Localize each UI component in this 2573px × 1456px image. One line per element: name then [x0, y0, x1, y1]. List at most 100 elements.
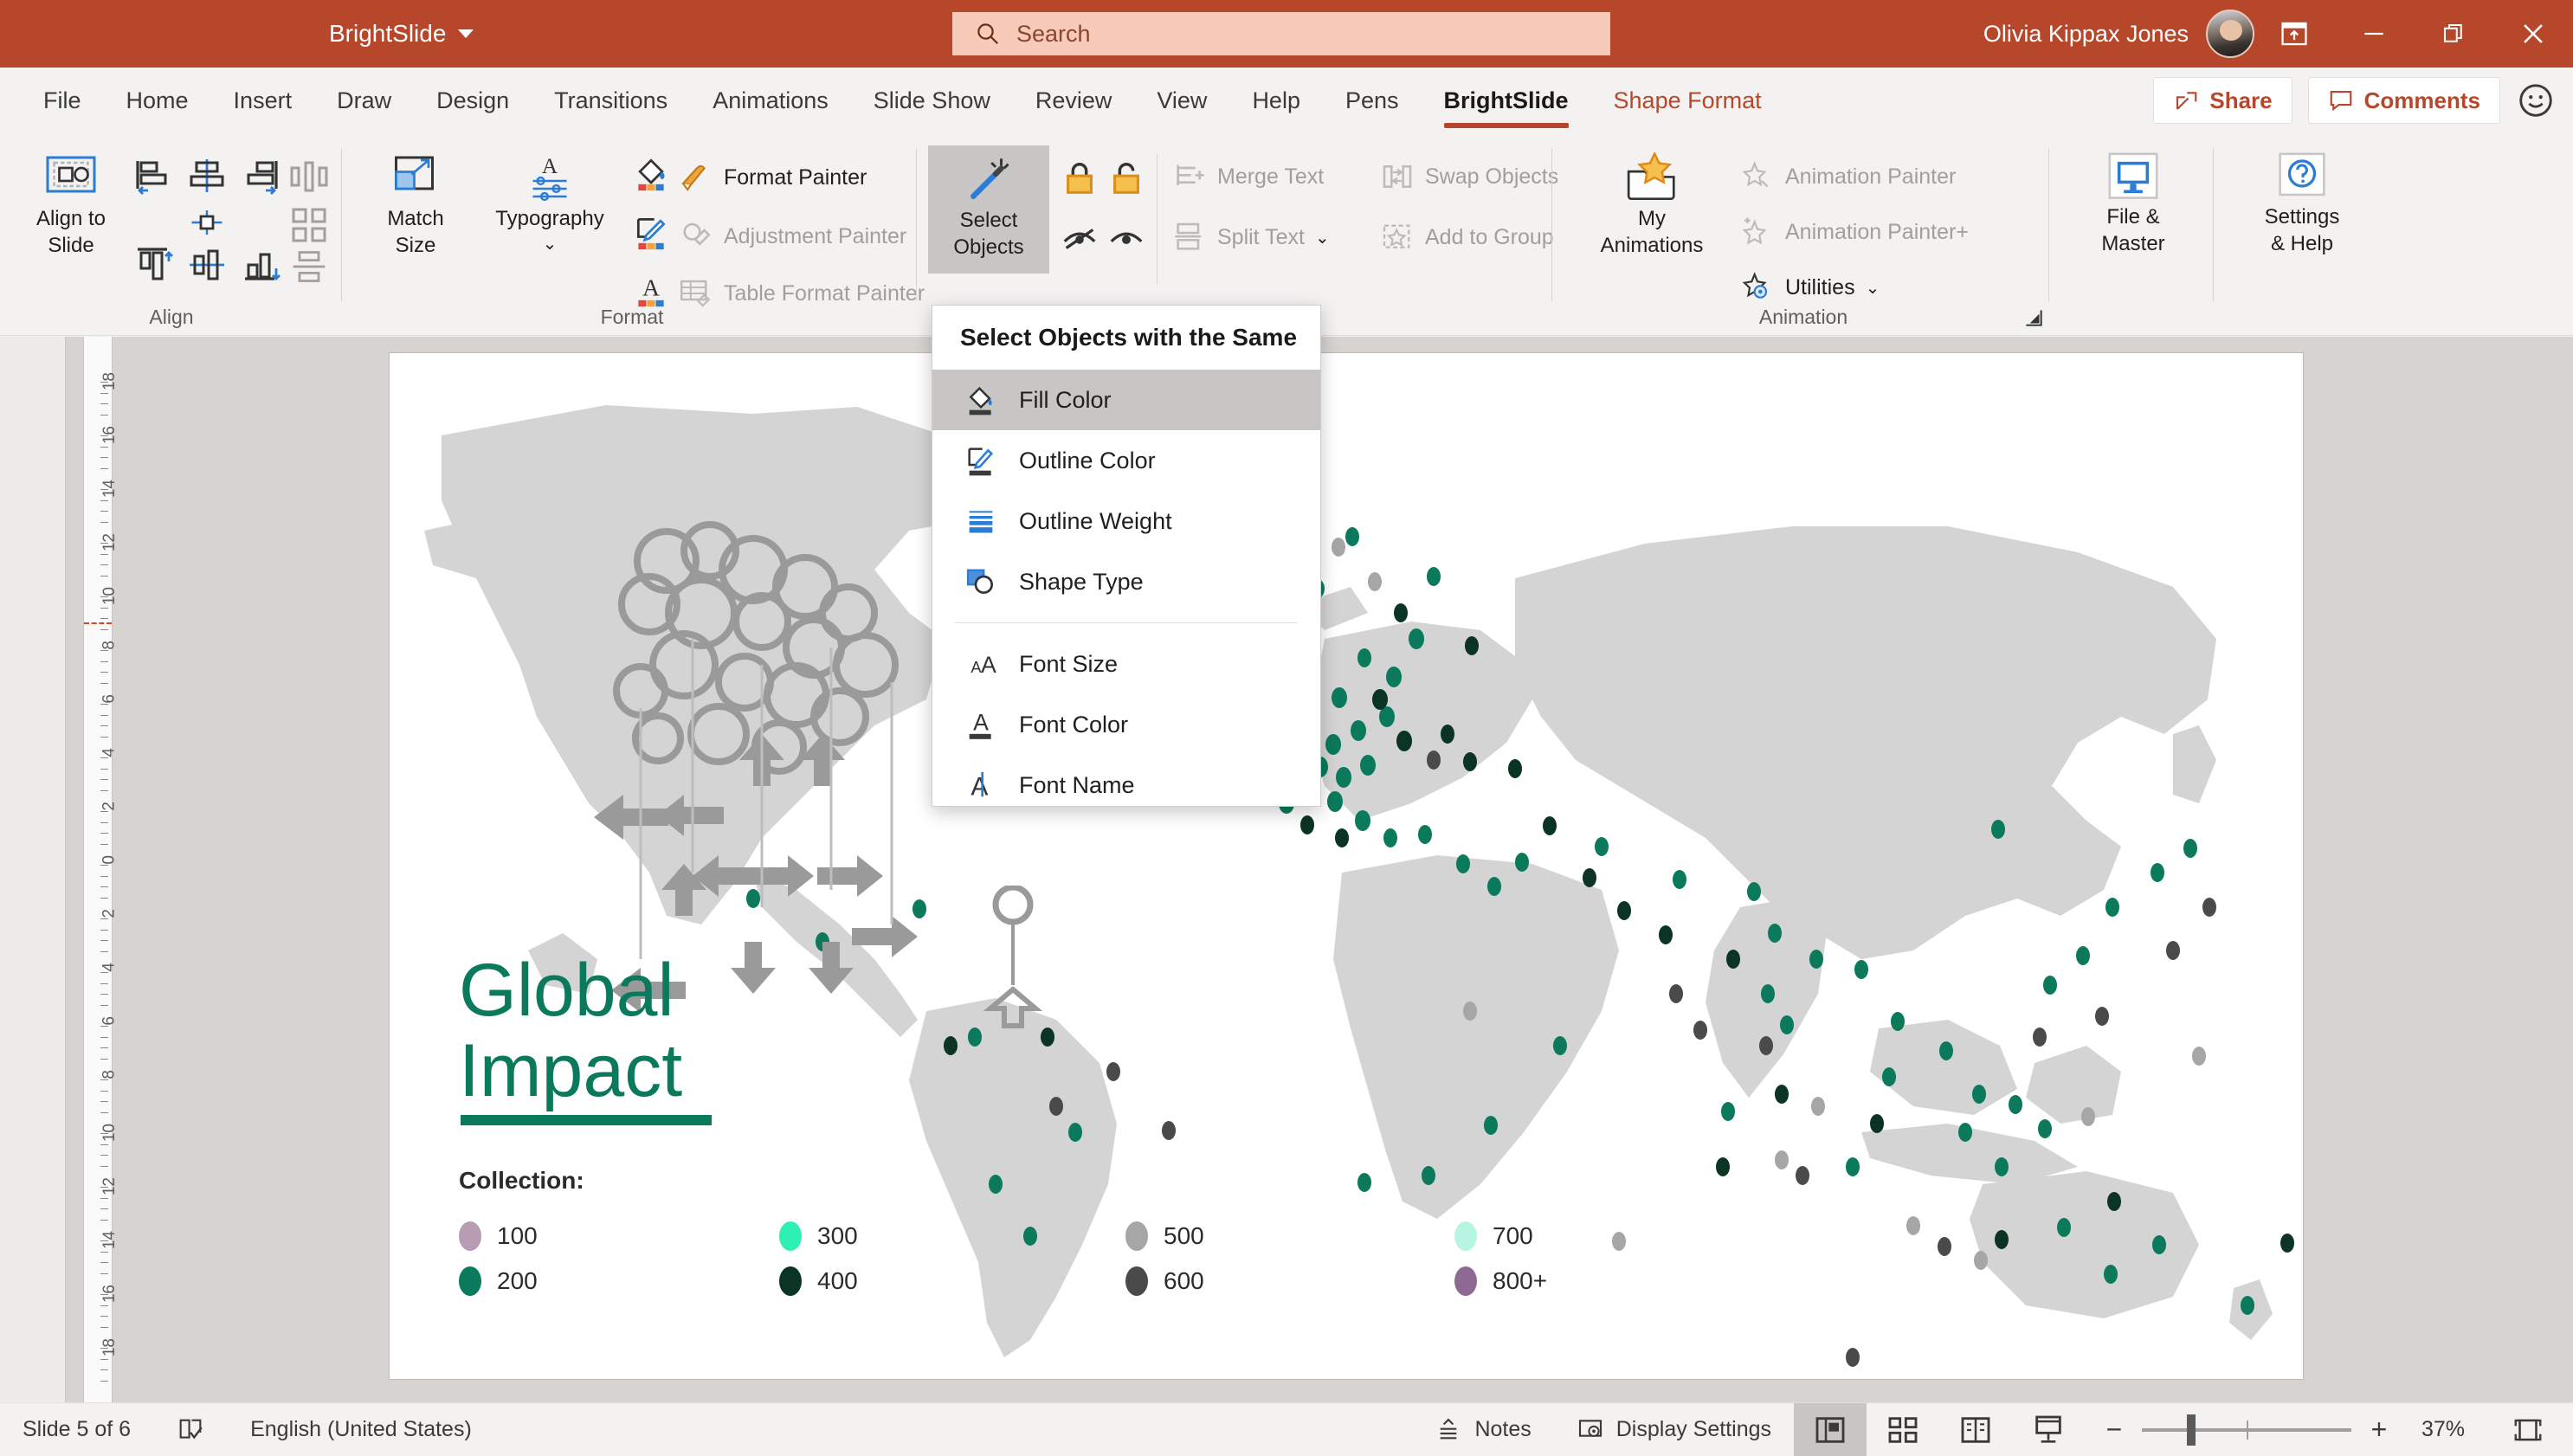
zoom-level-label[interactable]: 37%	[2402, 1417, 2485, 1442]
tab-draw[interactable]: Draw	[314, 68, 414, 133]
ruler-tick	[100, 843, 108, 845]
avatar[interactable]	[2206, 10, 2254, 58]
file-and-master-button[interactable]: File & Master	[2064, 152, 2202, 256]
tab-pens[interactable]: Pens	[1323, 68, 1422, 133]
tab-insert[interactable]: Insert	[211, 68, 315, 133]
slide-sorter-button[interactable]	[1867, 1403, 1939, 1456]
menu-label-outline-color: Outline Color	[1019, 447, 1156, 474]
restore-button[interactable]	[2414, 0, 2493, 68]
legend-dot-100	[459, 1221, 481, 1251]
title-underline-rule	[461, 1115, 712, 1125]
align-top-icon[interactable]	[130, 244, 177, 286]
chevron-down-icon[interactable]: ⌄	[543, 235, 558, 254]
utilities-button[interactable]: Utilities ⌄	[1740, 270, 1880, 305]
tab-design[interactable]: Design	[414, 68, 532, 133]
menu-item-fill-color[interactable]: Fill Color	[932, 370, 1320, 430]
thumbnails-pane-collapsed[interactable]: Thumb	[0, 337, 66, 1422]
ruler-tick	[100, 1101, 108, 1103]
ribbon-display-options-button[interactable]	[2254, 0, 2334, 68]
fit-to-window-button[interactable]	[2492, 1403, 2564, 1456]
chevron-down-icon[interactable]	[458, 29, 474, 38]
menu-item-font-name[interactable]: A Font Name	[932, 755, 1320, 815]
fill-color-swatch-icon[interactable]	[632, 154, 670, 192]
distribute-grid-icon[interactable]	[286, 204, 332, 246]
align-center-horizontal-icon[interactable]	[184, 156, 230, 197]
comments-button[interactable]: Comments	[2307, 77, 2500, 124]
align-right-icon[interactable]	[237, 156, 284, 197]
tab-shape-format[interactable]: Shape Format	[1591, 68, 1784, 133]
zoom-slider-thumb[interactable]	[2187, 1414, 2196, 1446]
match-size-button[interactable]: Match Size	[358, 152, 473, 258]
align-middle-icon[interactable]	[184, 204, 230, 241]
ribbon-group-animation: My Animations Animation Painter Animatio…	[1557, 133, 2050, 336]
slide-show-button[interactable]	[2012, 1403, 2085, 1456]
distribute-horizontal-icon[interactable]	[286, 156, 332, 197]
tab-review[interactable]: Review	[1013, 68, 1135, 133]
slide-canvas[interactable]: Global Impact Collection: 100 300 500 70…	[390, 353, 2303, 1379]
tab-view[interactable]: View	[1134, 68, 1229, 133]
hide-icon[interactable]	[1060, 216, 1099, 260]
merge-text-button: Merge Text	[1172, 159, 1324, 194]
menu-item-outline-color[interactable]: Outline Color	[932, 430, 1320, 491]
language-button[interactable]: English (United States)	[228, 1403, 494, 1456]
slide-counter-label: Slide 5 of 6	[23, 1417, 132, 1441]
align-left-icon[interactable]	[130, 156, 177, 197]
menu-item-shape-type[interactable]: Shape Type	[932, 551, 1320, 612]
my-animations-button[interactable]: My Animations	[1565, 152, 1738, 258]
zoom-in-button[interactable]: +	[2357, 1414, 2402, 1446]
tab-slide-show[interactable]: Slide Show	[851, 68, 1013, 133]
align-to-slide-button[interactable]: Align to Slide	[10, 152, 132, 258]
font-color-swatch-icon[interactable]: A	[632, 270, 670, 308]
show-icon[interactable]	[1106, 216, 1146, 260]
ruler-tick	[100, 1187, 108, 1189]
normal-view-button[interactable]	[1794, 1402, 1867, 1456]
tab-animations[interactable]: Animations	[690, 68, 851, 133]
guide-line[interactable]	[84, 622, 112, 624]
menu-item-outline-weight[interactable]: Outline Weight	[932, 491, 1320, 551]
select-objects-button[interactable]: Select Objects	[928, 145, 1049, 274]
animation-dialog-launcher[interactable]	[2022, 306, 2045, 329]
typography-button[interactable]: A Typography ⌄	[476, 152, 623, 254]
reading-view-button[interactable]	[1939, 1403, 2012, 1456]
tab-brightslide[interactable]: BrightSlide	[1422, 68, 1591, 133]
lock-icon[interactable]	[1060, 158, 1099, 201]
menu-item-font-size[interactable]: A A Font Size	[932, 634, 1320, 694]
zoom-out-button[interactable]: −	[2092, 1414, 2137, 1446]
share-button[interactable]: Share	[2153, 77, 2292, 124]
tab-home[interactable]: Home	[104, 68, 211, 133]
minimize-button[interactable]	[2334, 0, 2414, 68]
search-input[interactable]	[1016, 20, 1536, 48]
slide-title[interactable]: Global Impact	[459, 950, 682, 1111]
chevron-down-icon[interactable]: ⌄	[1866, 277, 1880, 299]
ruler-tick	[100, 1079, 108, 1081]
settings-and-help-button[interactable]: Settings & Help	[2228, 152, 2376, 256]
tab-file[interactable]: File	[21, 68, 104, 133]
comment-icon	[2330, 90, 2351, 112]
unlock-icon[interactable]	[1106, 158, 1146, 201]
close-button[interactable]	[2493, 0, 2573, 68]
tab-transitions[interactable]: Transitions	[532, 68, 690, 133]
tab-help[interactable]: Help	[1229, 68, 1323, 133]
ruler-tick	[100, 1144, 108, 1145]
smiley-face-icon[interactable]	[2516, 81, 2556, 120]
distribute-vertical-icon[interactable]	[286, 248, 332, 286]
menu-item-font-color[interactable]: A Font Color	[932, 694, 1320, 755]
search-box[interactable]	[952, 12, 1610, 55]
format-painter-button[interactable]: Format Painter	[677, 159, 867, 196]
spell-check-button[interactable]	[153, 1403, 228, 1456]
notes-button[interactable]: Notes	[1412, 1403, 1553, 1456]
legend-label-600: 600	[1164, 1267, 1204, 1294]
align-middle-vertical-icon[interactable]	[184, 244, 230, 286]
format-painter-label: Format Painter	[724, 164, 867, 190]
vertical-ruler[interactable]: 18 16 14 12 10 8 6 4 2 0 2 4 6 8 10 12 14 16 18	[83, 337, 119, 1422]
legend-item-300: 300	[779, 1221, 1125, 1251]
zoom-slider[interactable]	[2142, 1414, 2351, 1446]
ruler-tick	[100, 821, 108, 823]
ruler-tick	[100, 1380, 108, 1382]
selection-adjust-handle[interactable]	[944, 886, 1082, 1041]
document-name-button[interactable]: BrightSlide	[329, 20, 474, 48]
outline-color-swatch-icon[interactable]	[632, 213, 670, 251]
slide-counter[interactable]: Slide 5 of 6	[0, 1403, 153, 1456]
align-bottom-icon[interactable]	[237, 244, 284, 286]
display-settings-button[interactable]: Display Settings	[1554, 1403, 1794, 1456]
